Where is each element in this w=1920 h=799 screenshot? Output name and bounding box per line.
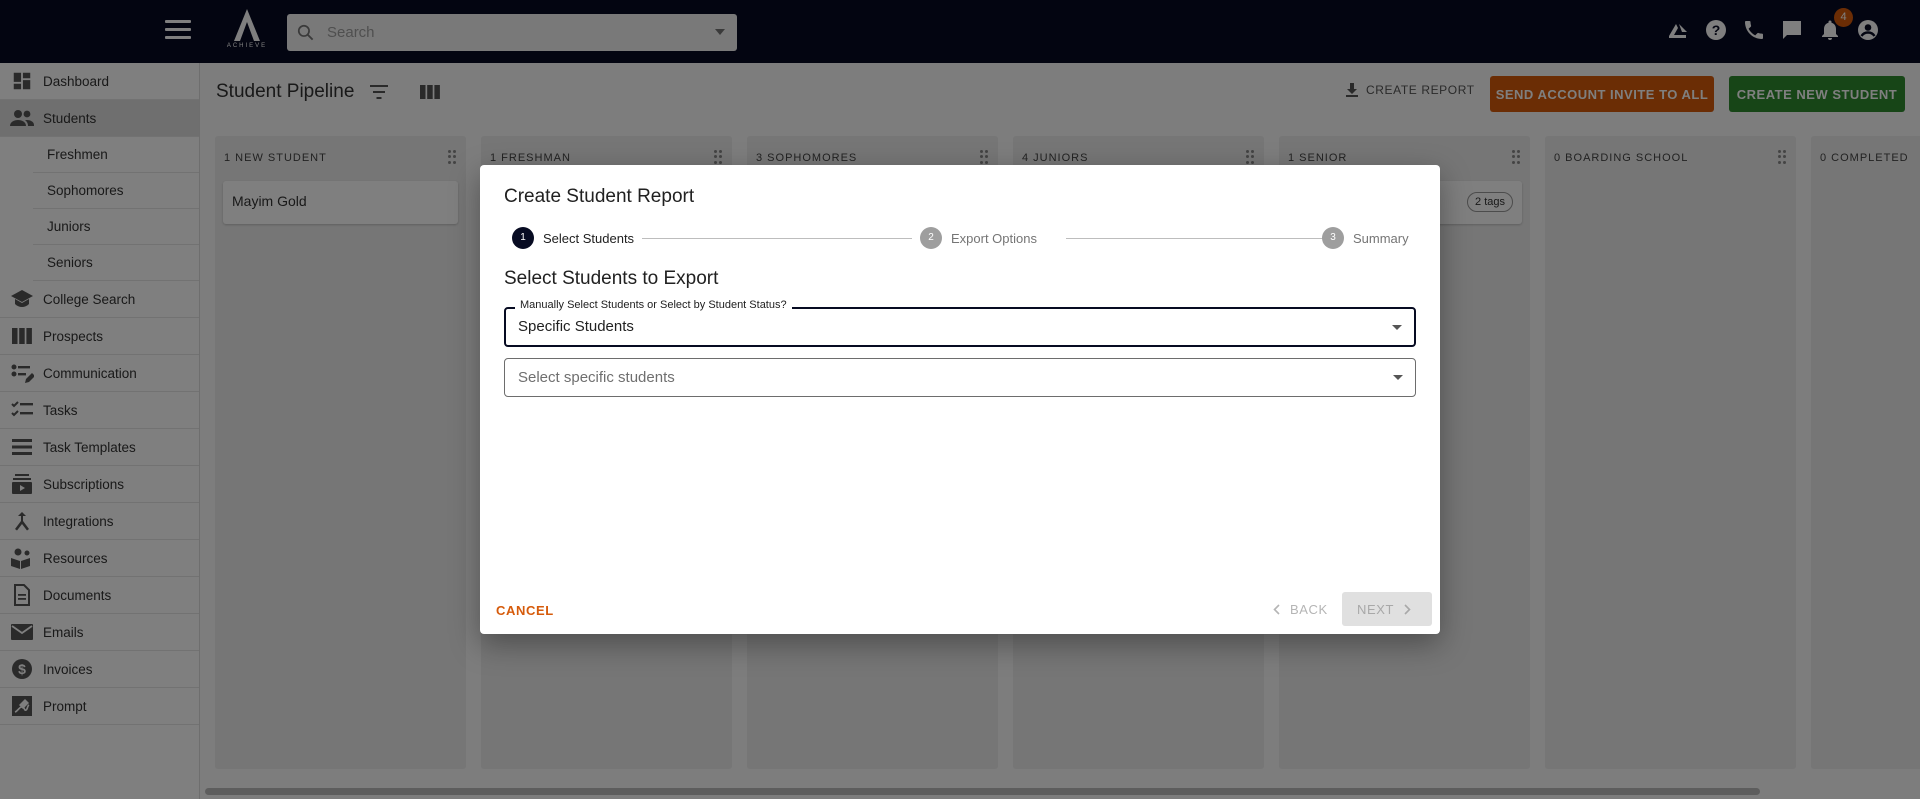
field-label: Manually Select Students or Select by St…: [515, 299, 792, 311]
stepper: 1 Select Students 2 Export Options 3 Sum…: [512, 227, 1416, 249]
dropdown-arrow-icon[interactable]: [1392, 325, 1402, 330]
step-label: Select Students: [543, 230, 635, 246]
chevron-left-icon: [1273, 603, 1280, 615]
step-label: Summary: [1353, 230, 1409, 246]
students-select[interactable]: [504, 358, 1416, 397]
students-select-input[interactable]: [518, 359, 1368, 396]
step-export-options: 2 Export Options: [920, 227, 1037, 249]
step-summary: 3 Summary: [1322, 227, 1409, 249]
selection-mode-select[interactable]: Manually Select Students or Select by St…: [504, 299, 1416, 347]
next-button[interactable]: NEXT: [1342, 592, 1432, 626]
back-label: BACK: [1290, 601, 1328, 617]
cancel-button[interactable]: CANCEL: [492, 595, 558, 625]
step-connector: [642, 238, 912, 239]
step-connector: [1066, 238, 1334, 239]
create-report-dialog: Create Student Report 1 Select Students …: [480, 165, 1440, 634]
chevron-right-icon: [1404, 603, 1411, 615]
dialog-title: Create Student Report: [504, 186, 695, 207]
back-button[interactable]: BACK: [1265, 592, 1341, 626]
selected-value: Specific Students: [518, 318, 634, 335]
dropdown-arrow-icon[interactable]: [1393, 375, 1403, 380]
step-number: 1: [512, 227, 534, 249]
next-label: NEXT: [1357, 601, 1395, 617]
step-number: 3: [1322, 227, 1344, 249]
step-number: 2: [920, 227, 942, 249]
step-label: Export Options: [951, 230, 1037, 246]
step-select-students: 1 Select Students: [512, 227, 634, 249]
section-title: Select Students to Export: [504, 268, 719, 289]
